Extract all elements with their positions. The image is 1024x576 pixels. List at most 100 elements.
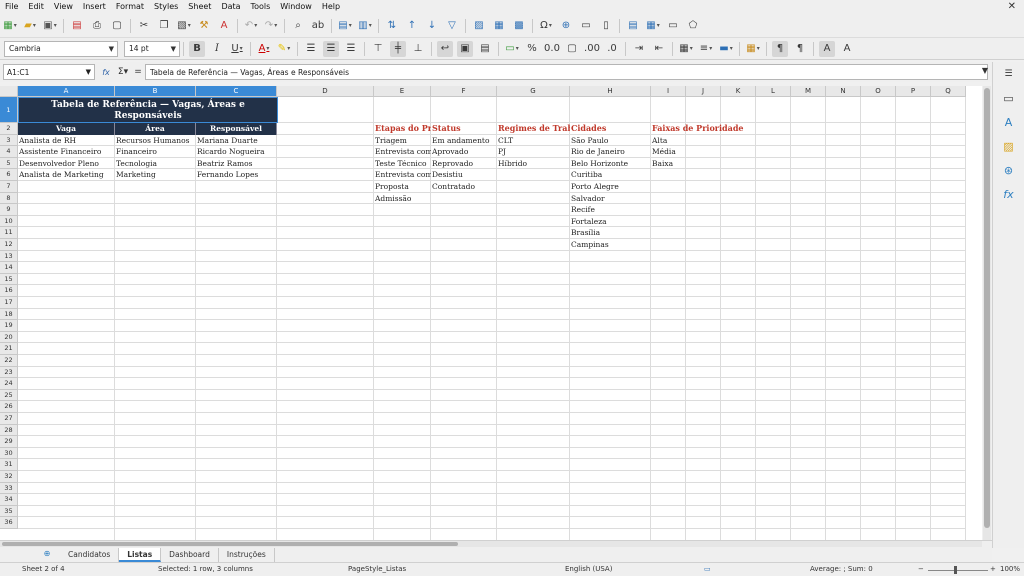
formula-input[interactable]: Tabela de Referência — Vagas, Áreas e Re…: [145, 64, 988, 80]
row-header[interactable]: 13: [0, 250, 18, 263]
row-header[interactable]: 14: [0, 262, 18, 274]
row-header[interactable]: 19: [0, 320, 18, 332]
clear-formatting-icon[interactable]: A: [216, 18, 232, 34]
table-cell[interactable]: Desenvolvedor Pleno: [18, 158, 115, 169]
menu-edit[interactable]: Edit: [23, 0, 49, 14]
list-header-status[interactable]: Status: [431, 123, 497, 134]
sidebar-menu-icon[interactable]: ☰: [1001, 66, 1017, 82]
menu-view[interactable]: View: [49, 0, 78, 14]
row-header[interactable]: 6: [0, 169, 18, 181]
aggregate-values[interactable]: Average: ; Sum: 0: [810, 565, 873, 573]
list-item[interactable]: Porto Alegre: [570, 181, 651, 192]
row-header[interactable]: 25: [0, 389, 18, 402]
vertical-scroll-thumb[interactable]: [984, 88, 990, 528]
formula-icon[interactable]: =: [133, 67, 143, 77]
currency-format-icon[interactable]: ▭: [504, 41, 520, 57]
font-name-combo[interactable]: Cambria ▼: [4, 40, 118, 57]
column-header-f[interactable]: F: [431, 86, 497, 97]
expand-formula-bar-icon[interactable]: ▼: [982, 66, 988, 75]
date-format-icon[interactable]: ▢: [564, 41, 580, 57]
zoom-slider[interactable]: [928, 570, 988, 571]
column-header-d[interactable]: D: [277, 86, 374, 97]
row-header[interactable]: 35: [0, 505, 18, 518]
paste-icon[interactable]: ▧: [176, 18, 192, 34]
right-to-left-icon[interactable]: ¶: [792, 41, 808, 57]
list-item[interactable]: Recife: [570, 204, 651, 215]
list-item[interactable]: Contratado: [431, 181, 497, 192]
close-document-icon[interactable]: ✕: [1008, 1, 1016, 12]
table-cell[interactable]: Recursos Humanos: [115, 135, 196, 146]
column-header-e[interactable]: E: [374, 86, 431, 97]
row-header[interactable]: 36: [0, 517, 18, 529]
column-header-m[interactable]: M: [791, 86, 826, 97]
decrease-indent-icon[interactable]: ⇤: [651, 41, 667, 57]
menu-tools[interactable]: Tools: [246, 0, 276, 14]
find-replace-icon[interactable]: ⌕: [290, 18, 306, 34]
headers-footers-icon[interactable]: ▯: [598, 18, 614, 34]
column-icon[interactable]: ▥: [357, 18, 373, 34]
row-header[interactable]: 20: [0, 331, 18, 344]
show-draw-functions-icon[interactable]: ⬠: [685, 18, 701, 34]
table-cell[interactable]: Ricardo Nogueira: [196, 146, 277, 157]
list-item[interactable]: Entrevista com: [374, 169, 431, 180]
list-item[interactable]: Aprovado: [431, 146, 497, 157]
list-item[interactable]: Baixa: [651, 158, 686, 169]
font-size-combo[interactable]: 14 pt ▼: [124, 40, 180, 57]
row-header[interactable]: 26: [0, 401, 18, 413]
table-header-cell[interactable]: Vaga: [18, 123, 115, 135]
text-direction-icon[interactable]: A: [819, 40, 835, 57]
align-center-icon[interactable]: ☰: [323, 40, 339, 57]
split-window-icon[interactable]: ▭: [665, 18, 681, 34]
sort-ascending-icon[interactable]: ↑: [404, 18, 420, 34]
hyperlink-icon[interactable]: ⊕: [558, 18, 574, 34]
menu-data[interactable]: Data: [216, 0, 245, 14]
functions-icon[interactable]: fx: [1001, 186, 1017, 202]
autofilter-icon[interactable]: ▽: [444, 18, 460, 34]
table-cell[interactable]: Marketing: [115, 169, 196, 180]
row-header[interactable]: 21: [0, 343, 18, 355]
column-header-p[interactable]: P: [896, 86, 931, 97]
column-header-b[interactable]: B: [115, 86, 196, 97]
undo-icon[interactable]: ↶: [243, 18, 259, 34]
sum-icon[interactable]: Σ▾: [113, 67, 133, 77]
vertical-scrollbar[interactable]: [983, 86, 991, 540]
table-cell[interactable]: Beatriz Ramos: [196, 158, 277, 169]
wrap-text-icon[interactable]: ↩: [437, 40, 453, 57]
row-header[interactable]: 29: [0, 436, 18, 448]
print-icon[interactable]: ⎙: [89, 18, 105, 34]
list-item[interactable]: Salvador: [570, 193, 651, 204]
row-header[interactable]: 34: [0, 494, 18, 506]
row-header[interactable]: 12: [0, 239, 18, 251]
list-item[interactable]: Rio de Janeiro: [570, 146, 651, 157]
row-header[interactable]: 3: [0, 134, 18, 147]
define-print-area-icon[interactable]: ▤: [625, 18, 641, 34]
percent-format-icon[interactable]: %: [524, 41, 540, 57]
list-item[interactable]: Triagem: [374, 135, 431, 146]
list-item[interactable]: Fortaleza: [570, 216, 651, 227]
menu-styles[interactable]: Styles: [149, 0, 183, 14]
merge-center-icon[interactable]: ▣: [457, 40, 473, 57]
list-item[interactable]: PJ: [497, 146, 570, 157]
list-item[interactable]: Entrevista com: [374, 146, 431, 157]
sort-descending-icon[interactable]: ↓: [424, 18, 440, 34]
align-right-icon[interactable]: ☰: [343, 41, 359, 57]
add-sheet-icon[interactable]: ⊕: [42, 549, 52, 559]
cut-icon[interactable]: ✂: [136, 18, 152, 34]
copy-icon[interactable]: ❐: [156, 18, 172, 34]
border-style-icon[interactable]: ≡: [698, 41, 714, 57]
column-header-q[interactable]: Q: [931, 86, 966, 97]
left-to-right-icon[interactable]: ¶: [772, 40, 788, 57]
vertical-text-icon[interactable]: A: [839, 41, 855, 57]
number-format-icon[interactable]: 0.0: [544, 41, 560, 57]
styles-icon[interactable]: A: [1001, 114, 1017, 130]
column-header-l[interactable]: L: [756, 86, 791, 97]
zoom-out-icon[interactable]: −: [918, 565, 924, 573]
comment-icon[interactable]: ▭: [578, 18, 594, 34]
column-header-n[interactable]: N: [826, 86, 861, 97]
row-icon[interactable]: ▤: [337, 18, 353, 34]
print-preview-icon[interactable]: ▢: [109, 18, 125, 34]
border-color-icon[interactable]: ▬: [718, 41, 734, 57]
spreadsheet-grid[interactable]: A B C D E F G H I J K L M N O P Q 1 2 3 4 5 6 7 8 9 10 11 12 13 14 15 16…: [0, 86, 982, 540]
list-item[interactable]: Alta: [651, 135, 686, 146]
row-header[interactable]: 24: [0, 378, 18, 390]
